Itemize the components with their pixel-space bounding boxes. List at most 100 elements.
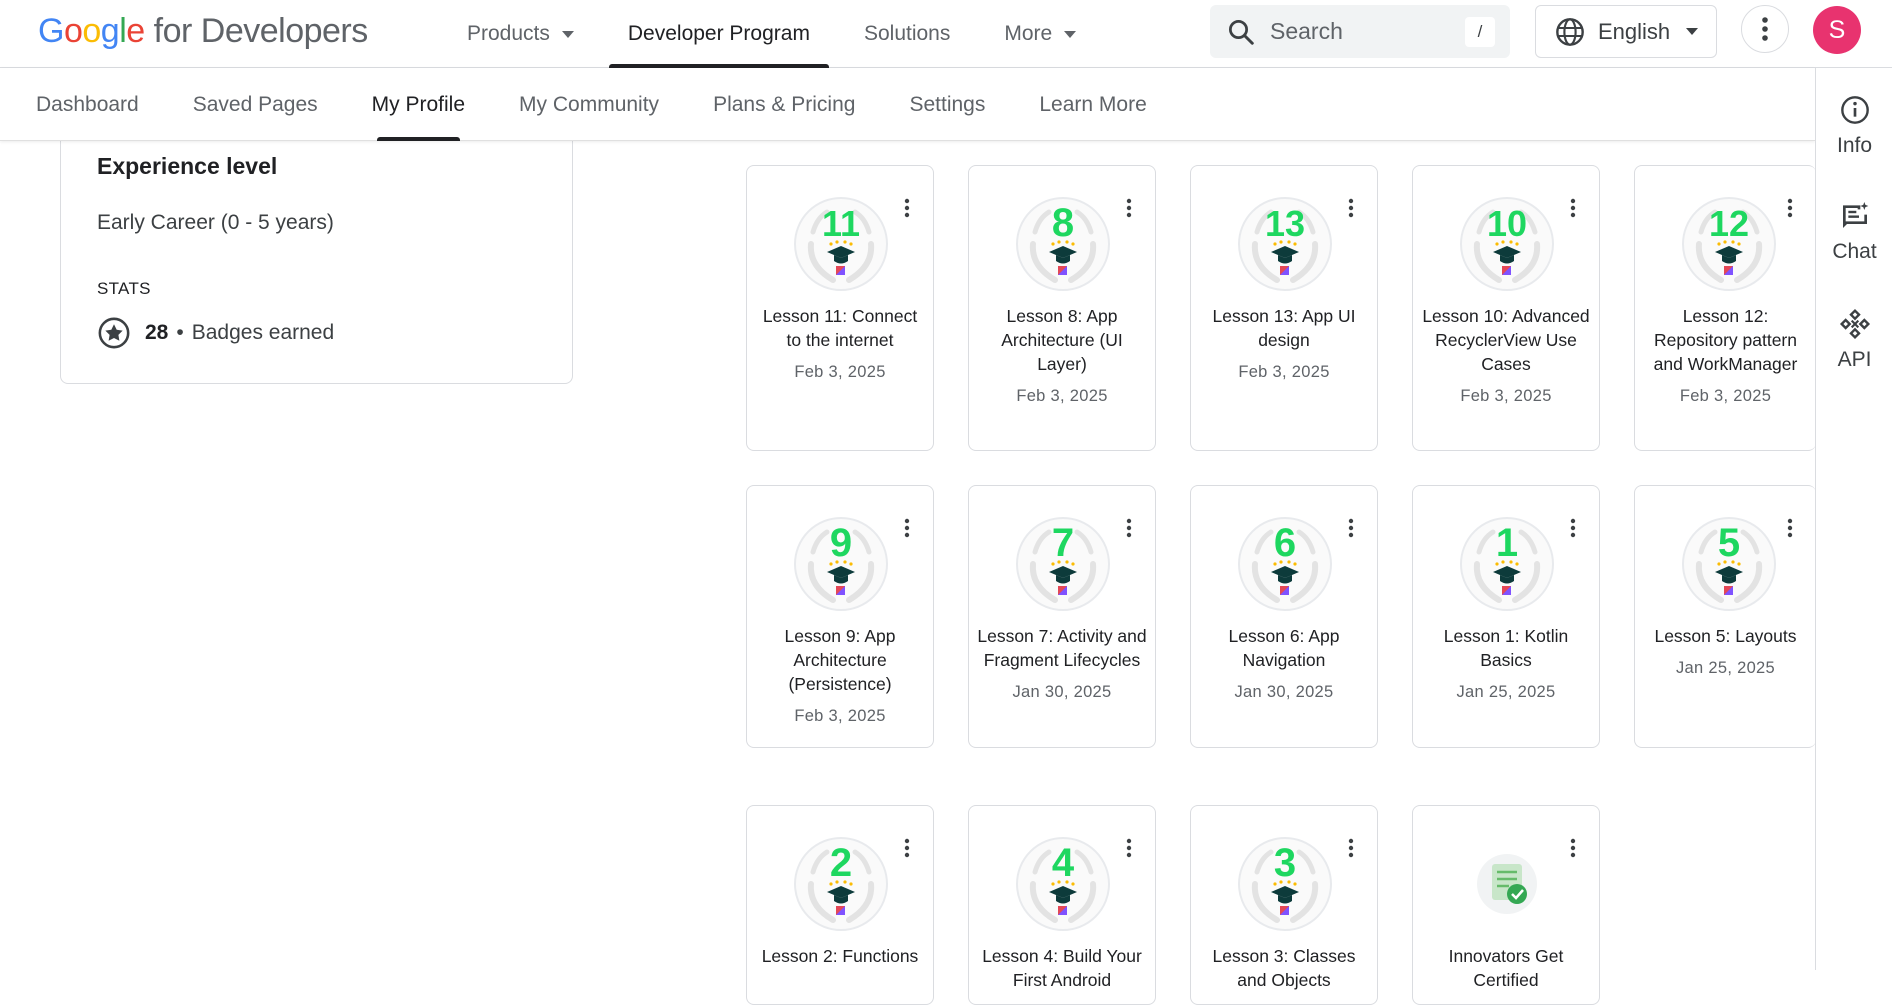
badge-title-block: Lesson 6: App Navigation Jan 30, 2025	[1199, 624, 1369, 704]
badge-card[interactable]: 7 Lesson 7: Activity and Fragment Lifecyc…	[968, 485, 1156, 748]
language-selector[interactable]: English	[1535, 5, 1717, 58]
badge-title: Lesson 4: Build Your First Android	[982, 946, 1142, 990]
rail-info-button[interactable]: Info	[1816, 94, 1892, 158]
badge-title: Lesson 5: Layouts	[1654, 626, 1797, 646]
badge-card[interactable]: 1 Lesson 1: Kotlin Basics Jan 25, 2025	[1412, 485, 1600, 748]
tab-my-profile[interactable]: My Profile	[345, 68, 492, 141]
logo-rest-text: for Developers	[144, 12, 369, 50]
badge-date: Jan 30, 2025	[1234, 683, 1334, 701]
tab-saved-pages[interactable]: Saved Pages	[166, 68, 345, 141]
more-options-button[interactable]	[1741, 5, 1789, 53]
badge-title-block: Lesson 13: App UI design Feb 3, 2025	[1199, 304, 1369, 384]
more-vert-icon	[1348, 838, 1354, 858]
lesson-badge-icon: 4	[1015, 836, 1111, 932]
badge-more-button[interactable]	[1117, 516, 1141, 540]
badge-title-block: Lesson 1: Kotlin Basics Jan 25, 2025	[1421, 624, 1591, 704]
badge-card[interactable]: Innovators Get Certified	[1412, 805, 1600, 1005]
badge-card[interactable]: 3 Lesson 3: Classes and Objects	[1190, 805, 1378, 1005]
svg-text:1: 1	[1496, 521, 1518, 565]
badge-card[interactable]: 11 Lesson 11: Connect to the internet Feb …	[746, 165, 934, 451]
badges-label: Badges earned	[191, 321, 335, 344]
search-placeholder: Search	[1270, 18, 1343, 44]
badge-date: Jan 25, 2025	[1675, 659, 1775, 677]
badge-more-button[interactable]	[1778, 516, 1802, 540]
rail-chat-label: Chat	[1832, 240, 1877, 263]
info-icon	[1840, 96, 1869, 124]
topnav-item-products[interactable]: Products	[440, 0, 601, 68]
badge-title: Innovators Get Certified	[1448, 946, 1564, 990]
svg-text:10: 10	[1487, 203, 1527, 244]
svg-text:11: 11	[822, 203, 860, 244]
badge-card[interactable]: 12 Lesson 12: Repository pattern and Work…	[1634, 165, 1816, 451]
badge-title-block: Lesson 5: Layouts Jan 25, 2025	[1643, 624, 1808, 680]
badge-title: Lesson 6: App Navigation	[1228, 626, 1340, 670]
badge-more-button[interactable]	[1561, 516, 1585, 540]
topnav-item-label: Solutions	[863, 22, 951, 45]
rail-api-button[interactable]: API	[1816, 308, 1892, 372]
svg-text:5: 5	[1718, 521, 1740, 565]
badge-card[interactable]: 5 Lesson 5: Layouts Jan 25, 2025	[1634, 485, 1816, 748]
svg-text:8: 8	[1052, 201, 1074, 245]
badge-more-button[interactable]	[895, 196, 919, 220]
badge-more-button[interactable]	[1117, 836, 1141, 860]
more-vert-icon	[1570, 518, 1576, 538]
badge-more-button[interactable]	[1561, 836, 1585, 860]
lesson-badge-icon: 7	[1015, 516, 1111, 612]
badge-card[interactable]: 9 Lesson 9: App Architecture (Persistence…	[746, 485, 934, 748]
badge-more-button[interactable]	[1117, 196, 1141, 220]
lesson-badge-icon: 13	[1237, 196, 1333, 292]
svg-text:9: 9	[830, 521, 852, 565]
topnav-item-more[interactable]: More	[977, 0, 1103, 68]
badge-card[interactable]: 13 Lesson 13: App UI design Feb 3, 2025	[1190, 165, 1378, 451]
badge-card[interactable]: 4 Lesson 4: Build Your First Android	[968, 805, 1156, 1005]
lesson-badge-icon: 8	[1015, 196, 1111, 292]
badge-more-button[interactable]	[1339, 196, 1363, 220]
tab-dashboard[interactable]: Dashboard	[9, 68, 166, 141]
badges-earned-stat: 28 • Badges earned	[97, 316, 334, 350]
lesson-badge-icon: 2	[793, 836, 889, 932]
badge-star-icon	[98, 317, 130, 349]
lesson-badge-icon: 9	[793, 516, 889, 612]
badge-title-block: Lesson 2: Functions	[755, 944, 925, 968]
badge-more-button[interactable]	[1339, 516, 1363, 540]
badge-title-block: Lesson 4: Build Your First Android	[977, 944, 1147, 992]
experience-level-value: Early Career (0 - 5 years)	[97, 211, 334, 234]
badge-more-button[interactable]	[895, 836, 919, 860]
more-vert-icon	[1570, 838, 1576, 858]
search-box[interactable]: Search /	[1210, 5, 1510, 58]
badge-title-block: Lesson 7: Activity and Fragment Lifecycl…	[977, 624, 1147, 704]
badge-more-button[interactable]	[1339, 836, 1363, 860]
topnav-item-developer-program[interactable]: Developer Program	[601, 0, 837, 68]
badge-title: Lesson 9: App Architecture (Persistence)	[784, 626, 896, 694]
badge-more-button[interactable]	[895, 516, 919, 540]
badge-title-block: Lesson 9: App Architecture (Persistence)…	[755, 624, 925, 728]
badge-title-block: Lesson 3: Classes and Objects	[1199, 944, 1369, 992]
badge-card[interactable]: 6 Lesson 6: App Navigation Jan 30, 2025	[1190, 485, 1378, 748]
rail-chat-button[interactable]: Chat	[1816, 200, 1892, 264]
more-vert-icon	[904, 198, 910, 218]
badge-card[interactable]: 2 Lesson 2: Functions	[746, 805, 934, 1005]
tab-settings[interactable]: Settings	[882, 68, 1012, 141]
top-app-bar: Google for Developers Products Developer …	[0, 0, 1892, 68]
svg-text:7: 7	[1052, 521, 1074, 565]
badge-date: Feb 3, 2025	[1016, 387, 1108, 405]
badge-title-block: Lesson 10: Advanced RecyclerView Use Cas…	[1421, 304, 1591, 408]
topnav-item-solutions[interactable]: Solutions	[837, 0, 977, 68]
badge-date: Jan 25, 2025	[1456, 683, 1556, 701]
tab-plans-pricing[interactable]: Plans & Pricing	[686, 68, 882, 141]
tab-learn-more[interactable]: Learn More	[1012, 68, 1173, 141]
badge-card[interactable]: 10 Lesson 10: Advanced RecyclerView Use C…	[1412, 165, 1600, 451]
chevron-down-icon	[1064, 30, 1077, 38]
more-vert-icon	[1570, 198, 1576, 218]
badge-date: Feb 3, 2025	[1460, 387, 1552, 405]
rail-info-label: Info	[1836, 134, 1873, 157]
badge-title: Lesson 12: Repository pattern and WorkMa…	[1653, 306, 1798, 374]
badge-more-button[interactable]	[1778, 196, 1802, 220]
more-vert-icon	[1348, 198, 1354, 218]
tab-my-community[interactable]: My Community	[492, 68, 686, 141]
google-developers-logo[interactable]: Google for Developers	[38, 12, 368, 51]
account-avatar[interactable]: S	[1813, 6, 1861, 54]
badge-more-button[interactable]	[1561, 196, 1585, 220]
badges-separator: •	[176, 321, 184, 344]
badge-card[interactable]: 8 Lesson 8: App Architecture (UI Layer) Fe…	[968, 165, 1156, 451]
